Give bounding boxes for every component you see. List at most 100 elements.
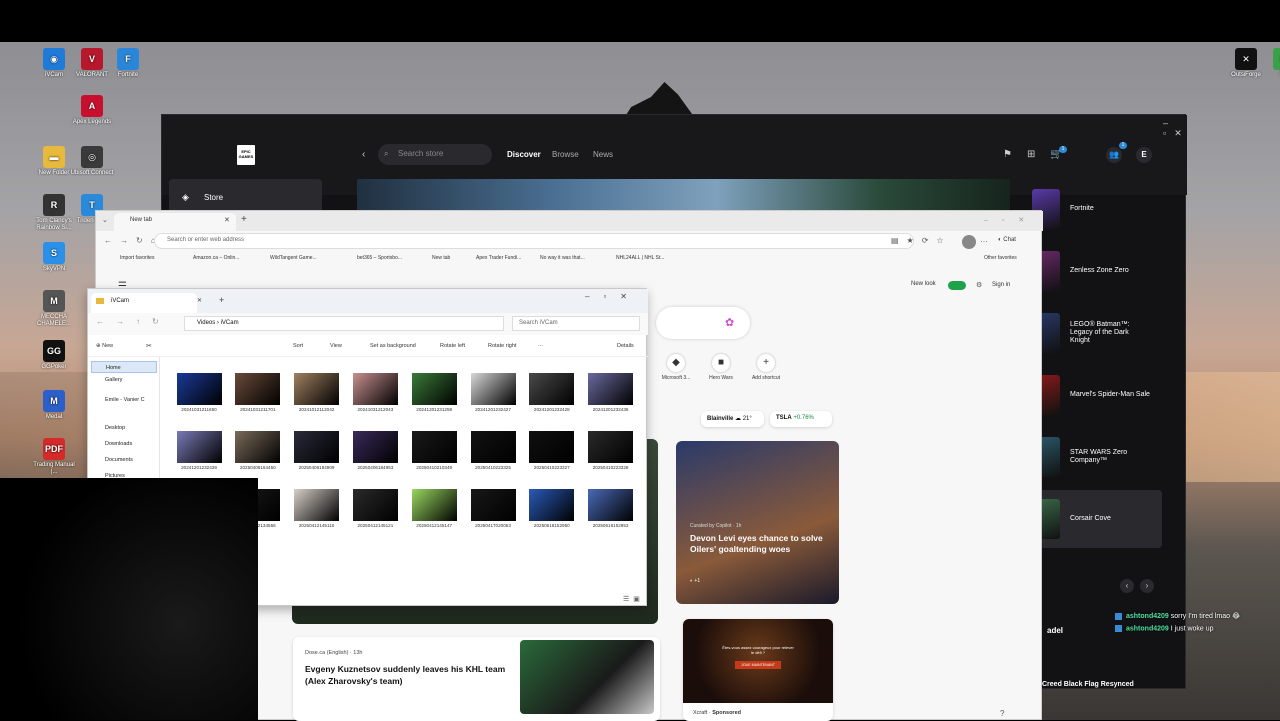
nav-arrows[interactable]: ←→↑↻ (96, 317, 171, 326)
explorer-tab[interactable]: iVCam (91, 293, 197, 313)
wishlist-icon[interactable]: ⚑ (1003, 149, 1012, 160)
tab-new-tab[interactable]: New tab (114, 213, 236, 231)
sidebar-item[interactable]: Downloads (91, 438, 157, 450)
breadcrumb[interactable]: Videos › iVCam (184, 316, 504, 331)
sidebar-item[interactable]: Home (91, 361, 157, 373)
file-thumbnail[interactable]: 20250417020053 (470, 489, 516, 528)
file-thumbnail[interactable]: 20250616152950 (529, 489, 575, 528)
file-thumbnail[interactable]: 20250410210349 (411, 431, 457, 470)
favorite-link[interactable]: Import favorites (120, 255, 154, 261)
desktop-icon[interactable]: M MECCHA CHAMELE... (32, 290, 76, 328)
sidebar-item[interactable]: Desktop (91, 422, 157, 434)
file-thumbnail[interactable]: 20250412145110 (294, 489, 340, 528)
sidebar-item[interactable]: Documents (91, 454, 157, 466)
file-thumbnail[interactable]: 20250412145121 (352, 489, 398, 528)
new-tab-icon[interactable]: + (241, 214, 247, 225)
nav-browse[interactable]: Browse (552, 150, 579, 159)
help-icon[interactable]: ? (1000, 709, 1004, 718)
more-button[interactable]: ··· (538, 343, 544, 349)
desktop-icon[interactable]: A Apex Legends (70, 95, 114, 126)
favorite-link[interactable]: bet365 – Sportsbo... (357, 255, 402, 261)
settings-icon[interactable]: ⚙ (976, 281, 982, 289)
file-thumbnail[interactable]: 20250406184909 (294, 431, 340, 470)
weather-widget[interactable]: Blainville ☁ 21° (701, 411, 764, 427)
nav-discover[interactable]: Discover (507, 150, 541, 159)
file-thumbnail[interactable]: 20250616152953 (588, 489, 634, 528)
sidebar-item[interactable]: Emile - Vanier C (91, 394, 157, 406)
breadcrumb-videos[interactable]: Videos (197, 320, 215, 326)
rotate-left-button[interactable]: Rotate left (440, 343, 465, 349)
file-thumbnail[interactable]: 20241201232439 (176, 431, 222, 470)
next-arrow-icon[interactable]: › (1140, 579, 1154, 593)
edge-window-controls[interactable]: –▫✕ (984, 216, 1038, 224)
new-button[interactable]: ⊕ New (96, 343, 113, 349)
favorite-link[interactable]: NHL24ALL | NHL St... (616, 255, 664, 261)
file-thumbnail[interactable]: 20241201232436 (588, 373, 634, 412)
sign-in-link[interactable]: Sign in (992, 282, 1010, 288)
file-thumbnail[interactable]: 20250412145147 (411, 489, 457, 528)
friends-icon[interactable]: 👥 (1106, 147, 1122, 163)
desktop-icon[interactable]: F Fortnite (106, 48, 150, 79)
explorer-search-input[interactable]: Search iVCam (512, 316, 640, 331)
profile-avatar[interactable]: E (1136, 147, 1152, 163)
file-thumbnail[interactable]: 20241012112042 (294, 373, 340, 412)
file-thumbnail[interactable]: 20250406164450 (235, 431, 281, 470)
file-thumbnail[interactable]: 20241201231259 (411, 373, 457, 412)
news-reactions[interactable]: ◐ +1 (690, 578, 700, 584)
game-list-item[interactable]: STAR WARS Zero Company™ (1032, 428, 1162, 486)
favorite-link[interactable]: Amazon.ca – Onlin... (193, 255, 239, 261)
address-bar-actions[interactable]: ▤★⟳☆ (891, 236, 952, 245)
tab-close-icon[interactable]: ✕ (197, 297, 202, 304)
details-button[interactable]: Details (617, 343, 634, 349)
favorite-link[interactable]: New tab (432, 255, 450, 261)
more-icon[interactable]: ··· (980, 237, 988, 246)
prev-arrow-icon[interactable]: ‹ (1120, 579, 1134, 593)
file-thumbnail[interactable]: 20250410223325 (470, 431, 516, 470)
tab-actions-icon[interactable]: ⌄ (102, 216, 108, 224)
cut-icon[interactable]: ✂ (146, 342, 152, 350)
file-thumbnail[interactable]: 20241031211650 (176, 373, 222, 412)
file-thumbnail[interactable]: 20241031212043 (352, 373, 398, 412)
tab-close-icon[interactable]: ✕ (224, 216, 230, 224)
game-list-item[interactable]: LEGO® Batman™: Legacy of the Dark Knight (1032, 304, 1162, 362)
file-thumbnail[interactable]: 20241201232428 (529, 373, 575, 412)
gift-icon[interactable]: ⊞ (1027, 149, 1035, 160)
copilot-chat-button[interactable]: ◐ Chat (998, 237, 1016, 243)
profile-icon[interactable] (962, 235, 976, 249)
file-thumbnail[interactable]: 20241201232427 (470, 373, 516, 412)
view-button[interactable]: View (330, 343, 342, 349)
news-card-kuznetsov[interactable]: Dose.ca (English) · 13h Evgeny Kuznetsov… (293, 637, 660, 721)
breadcrumb-ivcam[interactable]: iVCam (221, 320, 239, 326)
ad-play-button[interactable]: JOUE MAINTENANT (735, 661, 781, 669)
copilot-icon[interactable]: ✿ (725, 316, 734, 329)
new-tab-icon[interactable]: + (219, 295, 224, 305)
game-list-item[interactable]: Fortnite (1032, 180, 1162, 238)
new-look-toggle[interactable] (948, 281, 966, 290)
view-toggle-icons[interactable]: ☰▣ (623, 595, 644, 603)
desktop-icon[interactable]: M Medal (32, 390, 76, 421)
explorer-window-controls[interactable]: –▫✕ (585, 292, 641, 301)
game-list-item[interactable]: Marvel's Spider-Man Sale (1032, 366, 1162, 424)
desktop-icon[interactable]: M MC (1266, 48, 1280, 79)
rotate-right-button[interactable]: Rotate right (488, 343, 516, 349)
desktop-icon[interactable]: ◎ Ubisoft Connect (70, 146, 114, 177)
desktop-icon[interactable]: PDF Trading Manual (... (32, 438, 76, 476)
epic-window-controls[interactable]: –▫✕ (1163, 118, 1190, 139)
shortcut-tile[interactable]: + Add shortcut (736, 354, 796, 381)
address-bar[interactable]: Search or enter web address (154, 233, 914, 249)
file-thumbnail[interactable]: 20241031211701 (235, 373, 281, 412)
ad-card-xcraft[interactable]: Êtes-vous assez courageux pour relever l… (683, 619, 833, 721)
file-thumbnail[interactable]: 20250410223328 (588, 431, 634, 470)
file-thumbnail[interactable]: 20250406184953 (352, 431, 398, 470)
favorite-link[interactable]: WildTangent Game... (270, 255, 317, 261)
epic-search-input[interactable]: Search store (378, 144, 492, 165)
file-thumbnail[interactable]: 20250410223327 (529, 431, 575, 470)
game-list-item[interactable]: Zenless Zone Zero (1032, 242, 1162, 300)
favorite-link[interactable]: No way it was that... (540, 255, 585, 261)
back-arrow-icon[interactable]: ‹ (362, 149, 365, 160)
sidebar-item[interactable]: Gallery (91, 374, 157, 386)
other-favorites[interactable]: Other favorites (984, 255, 1017, 261)
game-list-item[interactable]: Corsair Cove (1032, 490, 1162, 548)
desktop-icon[interactable]: ✕ OutsiForge (1228, 48, 1264, 79)
favorite-link[interactable]: Apex Trader Fundi... (476, 255, 521, 261)
